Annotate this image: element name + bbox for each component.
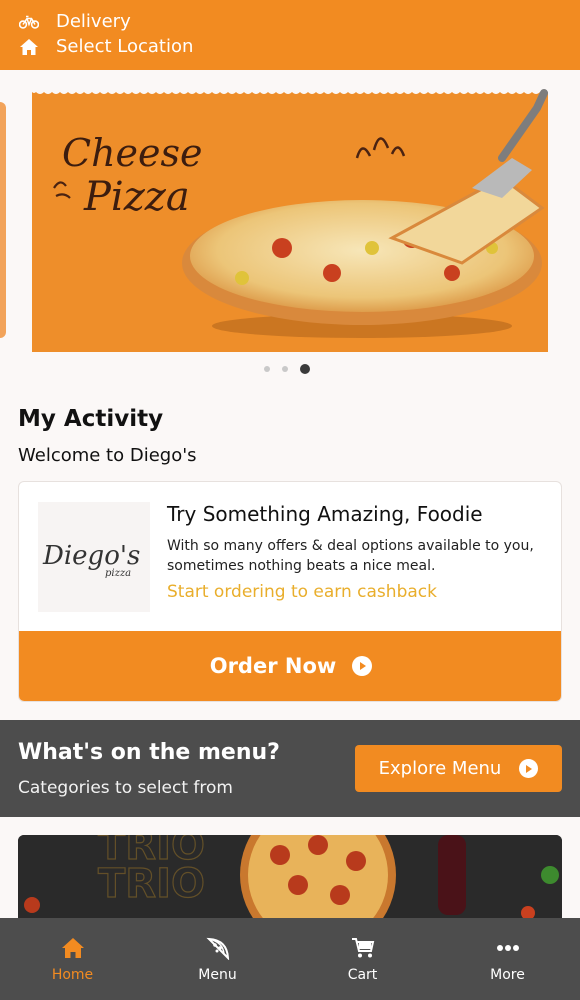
order-now-label: Order Now xyxy=(209,654,337,678)
chevron-right-icon xyxy=(519,759,539,778)
diegos-logo: Diego's pizza xyxy=(38,502,150,612)
cheese-pizza-banner[interactable]: Cheese Pizza xyxy=(32,88,548,352)
pagination-dot[interactable] xyxy=(264,366,270,372)
category-watermark-bottom: TRIO xyxy=(98,861,205,907)
order-now-button[interactable]: Order Now xyxy=(19,631,561,701)
menu-section-title: What's on the menu? xyxy=(18,740,280,765)
home-icon xyxy=(61,935,85,961)
top-header: Delivery Select Location xyxy=(0,0,580,70)
activity-title: My Activity xyxy=(18,406,164,432)
pagination-dot-active[interactable] xyxy=(300,364,310,374)
svg-text:Diego's: Diego's xyxy=(42,541,140,571)
promo-carousel[interactable]: Cheese Pizza xyxy=(0,88,580,358)
explore-menu-label: Explore Menu xyxy=(378,758,502,779)
promo-title: Try Something Amazing, Foodie xyxy=(167,502,483,526)
carousel-pagination[interactable] xyxy=(264,364,310,374)
earn-cashback-link[interactable]: Start ordering to earn cashback xyxy=(167,582,437,602)
nav-home-label: Home xyxy=(51,967,94,983)
nav-more-label: More xyxy=(490,967,525,983)
pizza-icon xyxy=(205,935,230,961)
activity-promo-card: Diego's pizza Try Something Amazing, Foo… xyxy=(18,481,562,702)
previous-slide-peek[interactable] xyxy=(0,102,6,338)
cart-icon xyxy=(351,935,375,961)
svg-text:pizza: pizza xyxy=(105,568,131,579)
nav-more[interactable]: More xyxy=(435,918,580,1000)
more-icon xyxy=(496,935,520,961)
select-location[interactable]: Select Location xyxy=(18,36,193,58)
banner-title-line2: Pizza xyxy=(83,174,190,220)
nav-cart[interactable]: Cart xyxy=(290,918,435,1000)
delivery-label: Delivery xyxy=(56,11,131,32)
home-icon xyxy=(18,36,40,58)
chevron-right-icon xyxy=(352,656,373,676)
bicycle-icon xyxy=(18,11,40,33)
pagination-dot[interactable] xyxy=(282,366,288,372)
nav-menu[interactable]: Menu xyxy=(145,918,290,1000)
menu-section: What's on the menu? Categories to select… xyxy=(0,720,580,817)
promo-description: With so many offers & deal options avail… xyxy=(167,538,534,574)
delivery-mode[interactable]: Delivery xyxy=(18,11,131,33)
banner-title-line1: Cheese xyxy=(62,131,203,175)
menu-section-subtitle: Categories to select from xyxy=(18,778,233,798)
nav-menu-label: Menu xyxy=(198,967,237,983)
nav-home[interactable]: Home xyxy=(0,918,145,1000)
explore-menu-button[interactable]: Explore Menu xyxy=(355,745,562,792)
location-label: Select Location xyxy=(56,36,194,57)
activity-subtitle: Welcome to Diego's xyxy=(18,445,197,466)
nav-cart-label: Cart xyxy=(347,967,378,983)
bottom-navigation: Home Menu Cart More xyxy=(0,918,580,1000)
